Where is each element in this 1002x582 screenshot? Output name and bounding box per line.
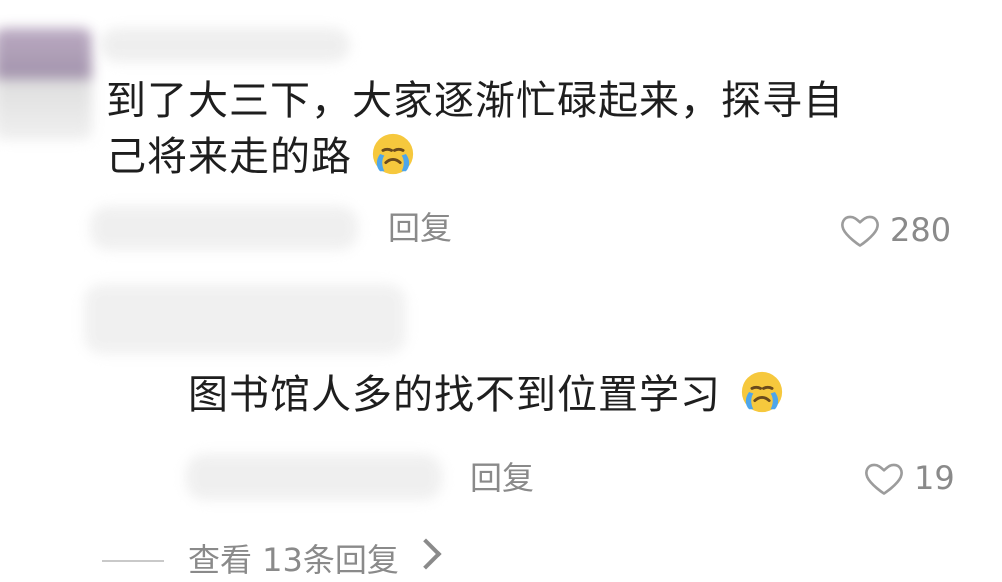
reply-text: 图书馆人多的找不到位置学习 — [188, 364, 785, 426]
chevron-right-icon — [410, 538, 442, 570]
reply-button[interactable]: 回复 — [388, 208, 452, 248]
reply-text-content: 图书馆人多的找不到位置学习 — [188, 372, 721, 418]
like-count-comment: 280 — [890, 211, 952, 249]
comment-text: 到了大三下，大家逐渐忙碌起来，探寻自 — [106, 70, 844, 132]
like-count-reply: 19 — [914, 459, 955, 497]
view-more-replies-label: 查看 13条回复 — [188, 541, 399, 579]
like-button-comment[interactable]: 280 — [840, 210, 951, 250]
more-replies-divider — [102, 560, 164, 562]
crying-face-icon — [739, 369, 785, 415]
view-more-replies-link[interactable]: 查看 13条回复 — [188, 538, 442, 580]
blurred-username-top[interactable] — [100, 28, 350, 62]
comment-text-second-line: 己将来走的路 — [106, 126, 416, 188]
blurred-comment-meta — [90, 206, 358, 250]
like-button-reply[interactable]: 19 — [864, 458, 955, 498]
heart-icon — [840, 212, 880, 248]
comment-text-line-2: 己将来走的路 — [106, 134, 352, 180]
blurred-reply-meta — [186, 454, 442, 500]
comment-text-line-1: 到了大三下，大家逐渐忙碌起来，探寻自 — [106, 78, 844, 124]
blurred-avatar-top[interactable] — [0, 28, 92, 140]
reply-button-secondary[interactable]: 回复 — [470, 458, 534, 498]
crying-face-icon — [370, 131, 416, 177]
blurred-reply-header — [84, 284, 406, 354]
heart-icon — [864, 460, 904, 496]
